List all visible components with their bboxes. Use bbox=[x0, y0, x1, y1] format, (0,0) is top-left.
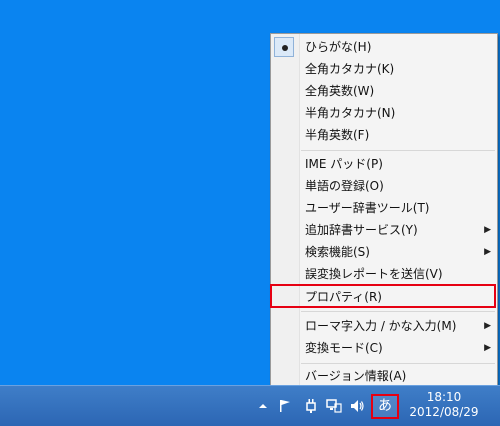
menu-item-word-register[interactable]: 単語の登録(O) bbox=[271, 175, 497, 197]
menu-item-hankaku-katakana[interactable]: 半角カタカナ(N) bbox=[271, 102, 497, 124]
menu-item-label: ローマ字入力 / かな入力(M) bbox=[305, 319, 457, 333]
menu-item-label: プロパティ(R) bbox=[305, 290, 382, 304]
menu-item-label: 半角英数(F) bbox=[305, 128, 370, 142]
radio-dot-icon bbox=[282, 45, 288, 51]
submenu-arrow-icon: ▶ bbox=[484, 321, 491, 331]
menu-item-user-dictionary[interactable]: ユーザー辞書ツール(T) bbox=[271, 197, 497, 219]
menu-item-zenkaku-katakana[interactable]: 全角カタカナ(K) bbox=[271, 58, 497, 80]
clock-time: 18:10 bbox=[426, 390, 462, 404]
submenu-arrow-icon: ▶ bbox=[484, 343, 491, 353]
show-hidden-icons-icon[interactable] bbox=[255, 398, 271, 414]
menu-separator bbox=[301, 311, 495, 312]
menu-separator bbox=[301, 150, 495, 151]
menu-item-properties[interactable]: プロパティ(R) bbox=[271, 286, 497, 308]
menu-item-label: 変換モード(C) bbox=[305, 341, 383, 355]
clock-date: 2012/08/29 bbox=[409, 405, 479, 419]
menu-item-send-report[interactable]: 誤変換レポートを送信(V) bbox=[271, 263, 497, 285]
menu-item-label: 追加辞書サービス(Y) bbox=[305, 223, 418, 237]
menu-item-search-function[interactable]: 検索機能(S) ▶ bbox=[271, 241, 497, 263]
menu-item-label: バージョン情報(A) bbox=[305, 369, 407, 383]
menu-item-label: 検索機能(S) bbox=[305, 245, 370, 259]
menu-item-label: 単語の登録(O) bbox=[305, 179, 384, 193]
menu-item-label: 全角英数(W) bbox=[305, 84, 375, 98]
action-center-flag-icon[interactable] bbox=[277, 398, 293, 414]
speaker-volume-icon[interactable] bbox=[349, 398, 365, 414]
submenu-arrow-icon: ▶ bbox=[484, 225, 491, 235]
menu-separator bbox=[301, 363, 495, 364]
menu-item-version-info[interactable]: バージョン情報(A) bbox=[271, 365, 497, 387]
ime-context-menu: ひらがな(H) 全角カタカナ(K) 全角英数(W) 半角カタカナ(N) 半角英数… bbox=[270, 33, 498, 388]
menu-item-label: ひらがな(H) bbox=[305, 40, 372, 54]
system-clock[interactable]: 18:10 2012/08/29 bbox=[406, 390, 482, 420]
menu-item-label: IME パッド(P) bbox=[305, 157, 383, 171]
menu-item-zenkaku-eisu[interactable]: 全角英数(W) bbox=[271, 80, 497, 102]
power-plug-icon[interactable] bbox=[303, 398, 319, 414]
menu-item-label: 誤変換レポートを送信(V) bbox=[305, 267, 443, 281]
menu-item-input-method[interactable]: ローマ字入力 / かな入力(M) ▶ bbox=[271, 315, 497, 337]
menu-item-ime-pad[interactable]: IME パッド(P) bbox=[271, 153, 497, 175]
taskbar: あ 18:10 2012/08/29 bbox=[0, 385, 500, 426]
menu-item-label: 半角カタカナ(N) bbox=[305, 106, 396, 120]
menu-item-additional-dictionary[interactable]: 追加辞書サービス(Y) ▶ bbox=[271, 219, 497, 241]
menu-item-conversion-mode[interactable]: 変換モード(C) ▶ bbox=[271, 337, 497, 359]
ime-mode-button[interactable]: あ bbox=[371, 394, 399, 419]
network-icon[interactable] bbox=[326, 398, 342, 414]
menu-item-label: 全角カタカナ(K) bbox=[305, 62, 395, 76]
checked-indicator bbox=[274, 37, 294, 57]
menu-item-hiragana[interactable]: ひらがな(H) bbox=[271, 36, 497, 58]
submenu-arrow-icon: ▶ bbox=[484, 247, 491, 257]
menu-item-label: ユーザー辞書ツール(T) bbox=[305, 201, 430, 215]
menu-item-hankaku-eisu[interactable]: 半角英数(F) bbox=[271, 124, 497, 146]
